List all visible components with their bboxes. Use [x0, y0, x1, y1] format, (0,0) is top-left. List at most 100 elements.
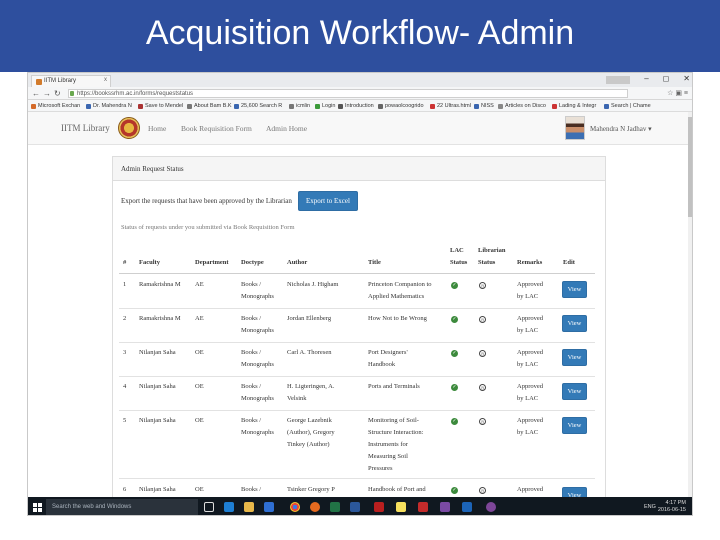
- cell-num: 3: [123, 349, 127, 356]
- tab-close-icon[interactable]: x: [104, 77, 107, 83]
- clock[interactable]: 4:17 PM 2016-06-15: [658, 500, 686, 514]
- cell-num: 2: [123, 315, 127, 322]
- view-button[interactable]: View: [562, 315, 587, 332]
- cell-title: Princeton Companion to: [368, 281, 432, 288]
- bookmark-item[interactable]: NISS: [474, 103, 494, 109]
- close-window-icon[interactable]: ✕: [683, 74, 690, 84]
- cell-doctype: Books /: [241, 486, 262, 493]
- cell-faculty: Ramakrishna M: [139, 281, 181, 288]
- cell-doctype: Books /: [241, 383, 262, 390]
- bookmark-item[interactable]: 25,600 Search R: [234, 103, 282, 109]
- forward-icon[interactable]: →: [43, 89, 51, 98]
- chrome-icon[interactable]: [290, 502, 300, 512]
- windows-taskbar: Search the web and Windows ENG 4:17 PM 2…: [28, 497, 692, 515]
- avatar[interactable]: [565, 116, 585, 140]
- word-icon[interactable]: [350, 502, 360, 512]
- bookmark-item[interactable]: Lading & Integr: [552, 103, 596, 109]
- view-button[interactable]: View: [562, 349, 587, 366]
- approved-check-icon: ✓: [451, 316, 458, 323]
- file-explorer-icon[interactable]: [244, 502, 254, 512]
- bookmark-item[interactable]: powaolcoogrido: [378, 103, 424, 109]
- edge-icon[interactable]: [224, 502, 234, 512]
- row-divider: [119, 342, 595, 343]
- bookmark-icon: [378, 103, 383, 109]
- url-input[interactable]: https://bookssrhm.ac.in/forms/requeststa…: [68, 89, 628, 98]
- store-icon[interactable]: [264, 502, 274, 512]
- bookmark-item[interactable]: Introduction: [338, 103, 374, 109]
- language-indicator[interactable]: ENG: [644, 504, 656, 510]
- cell-remarks: Approved: [517, 486, 543, 493]
- bookmark-icon: [498, 103, 503, 109]
- view-button[interactable]: View: [562, 281, 587, 298]
- cell-title: Applied Mathematics: [368, 293, 425, 300]
- pending-clock-icon: ◷: [479, 487, 486, 494]
- bookmark-item[interactable]: Microsoft Exchan: [31, 103, 80, 109]
- bookmark-item[interactable]: 22 Ultras.html: [430, 103, 471, 109]
- row-divider: [119, 308, 595, 309]
- cell-department: OE: [195, 349, 204, 356]
- col-header-doctype: Doctype: [241, 259, 264, 266]
- back-icon[interactable]: ←: [32, 89, 40, 98]
- bookmark-icon: [289, 103, 294, 109]
- bookmark-item[interactable]: Search | Chame: [604, 103, 651, 109]
- reload-icon[interactable]: ↻: [54, 89, 61, 98]
- bookmark-item[interactable]: Articles on Disco: [498, 103, 546, 109]
- nav-book-requisition-form[interactable]: Book Requisition Form: [181, 124, 252, 133]
- bookmark-icon: [31, 103, 36, 109]
- approved-check-icon: ✓: [451, 350, 458, 357]
- bookmark-item[interactable]: icmlin: [289, 103, 310, 109]
- scrollbar-thumb[interactable]: [688, 117, 692, 217]
- profile-badge[interactable]: [606, 76, 631, 84]
- slide-title: Acquisition Workflow- Admin: [145, 14, 575, 52]
- col-header-faculty: Faculty: [139, 259, 160, 266]
- bookmark-icon: [234, 103, 239, 109]
- user-menu[interactable]: Mahendra N Jadhav ▾: [590, 125, 652, 133]
- browser-tab[interactable]: IITM Library x: [31, 75, 111, 87]
- table-header-divider: [119, 273, 595, 274]
- cell-num: 4: [123, 383, 127, 390]
- tor-icon[interactable]: [486, 502, 496, 512]
- approved-check-icon: ✓: [451, 282, 458, 289]
- cell-author: Tinkey (Author): [287, 441, 330, 448]
- col-header-department: Department: [195, 259, 229, 266]
- view-button[interactable]: View: [562, 383, 587, 400]
- pdf-icon[interactable]: [418, 502, 428, 512]
- bookmark-item[interactable]: About Bam B.K: [187, 103, 232, 109]
- excel-icon[interactable]: [330, 502, 340, 512]
- clock-date: 2016-06-15: [657, 507, 686, 513]
- cell-department: AE: [195, 315, 204, 322]
- col-header-title: Title: [368, 259, 381, 266]
- cell-author: (Author), Gregory: [287, 429, 335, 436]
- nav-admin-home[interactable]: Admin Home: [266, 124, 307, 133]
- col-header-lac: LAC: [450, 247, 464, 254]
- sticky-notes-icon[interactable]: [396, 502, 406, 512]
- tab-strip: IITM Library x – ◻ ✕: [28, 73, 692, 87]
- minimize-icon[interactable]: –: [644, 74, 648, 84]
- cell-doctype: Monographs: [241, 361, 274, 368]
- firefox-icon[interactable]: [310, 502, 320, 512]
- cell-author: H. Ligteringen, A.: [287, 383, 335, 390]
- view-button[interactable]: View: [562, 417, 587, 434]
- extension-icons[interactable]: ☆ ▣ ≡: [667, 89, 688, 97]
- bookmark-item[interactable]: Save to Mendel: [138, 103, 183, 109]
- bookmark-item[interactable]: Login: [315, 103, 335, 109]
- windows-start-icon[interactable]: [33, 503, 42, 512]
- admin-request-panel: Admin Request Status Export the requests…: [112, 156, 606, 515]
- col-header-num: #: [123, 259, 127, 266]
- cell-title: Structure Interaction:: [368, 429, 424, 436]
- winrar-icon[interactable]: [440, 502, 450, 512]
- browser-screenshot: IITM Library x – ◻ ✕ ← → ↻ https://books…: [27, 72, 693, 516]
- cell-author: Jordan Ellenberg: [287, 315, 332, 322]
- outlook-icon[interactable]: [462, 502, 472, 512]
- filezilla-icon[interactable]: [374, 502, 384, 512]
- cell-author: Velsink: [287, 395, 307, 402]
- maximize-icon[interactable]: ◻: [663, 74, 670, 84]
- cell-author: Carl A. Thoresen: [287, 349, 332, 356]
- cell-department: OE: [195, 383, 204, 390]
- cell-doctype: Books /: [241, 349, 262, 356]
- task-view-icon[interactable]: [204, 502, 214, 512]
- cell-remarks: by LAC: [517, 327, 539, 334]
- brand-link[interactable]: IITM Library: [61, 123, 110, 133]
- nav-home[interactable]: Home: [148, 124, 166, 133]
- bookmark-item[interactable]: Dr. Mahendra N: [86, 103, 132, 109]
